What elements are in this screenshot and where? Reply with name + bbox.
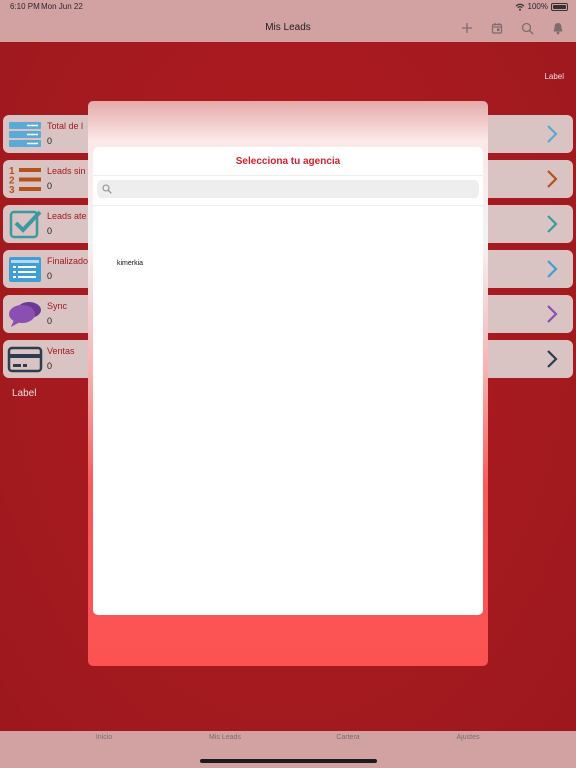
bottom-label: Label [12, 388, 37, 399]
wifi-icon [515, 3, 524, 11]
status-date: Mon Jun 22 [41, 2, 83, 11]
form-icon [9, 257, 41, 282]
chat-bubbles-icon [9, 302, 41, 327]
battery-icon [551, 2, 568, 11]
row-title: Leads sin [47, 166, 86, 176]
chevron-right-icon [547, 305, 558, 323]
row-count: 0 [47, 181, 53, 191]
checkbox-icon [9, 210, 42, 239]
status-indicators: 100% [515, 2, 568, 11]
status-time: 6:10 PM [10, 2, 40, 11]
tab-cartera[interactable]: Cartera [308, 734, 388, 741]
row-count: 0 [47, 316, 53, 326]
navigation-bar: Mis Leads [0, 14, 576, 42]
agency-picker-sheet: Selecciona tu agencia kimerkia [93, 147, 483, 615]
agency-search-input[interactable] [117, 181, 473, 197]
chevron-right-icon [547, 125, 558, 143]
tab-mis-leads[interactable]: Mis Leads [185, 734, 265, 741]
row-count: 0 [47, 136, 53, 146]
row-title: Total de l [47, 121, 84, 131]
row-count: 0 [47, 361, 53, 371]
bell-icon[interactable] [549, 19, 567, 37]
row-title: Ventas [47, 346, 75, 356]
row-title: Finalizado [47, 256, 89, 266]
search-icon[interactable] [518, 19, 536, 37]
numbered-list-icon: 1 2 3 [9, 166, 41, 194]
top-label: Label [544, 72, 564, 81]
credit-card-icon [7, 346, 43, 373]
search-icon [102, 184, 112, 194]
modal-title: Selecciona tu agencia [235, 156, 341, 167]
tab-ajustes[interactable]: Ajustes [428, 734, 508, 741]
svg-text:3: 3 [9, 185, 15, 194]
status-bar: 6:10 PM Mon Jun 22 100% [0, 0, 576, 14]
row-count: 0 [47, 271, 53, 281]
chevron-right-icon [547, 215, 558, 233]
row-title: Leads ate [47, 211, 87, 221]
list-icon [9, 122, 41, 147]
chevron-right-icon [547, 350, 558, 368]
divider [93, 175, 483, 176]
plus-icon[interactable] [458, 19, 476, 37]
search-bar[interactable] [97, 180, 479, 198]
home-indicator[interactable] [200, 759, 377, 763]
chevron-right-icon [547, 260, 558, 278]
calendar-icon[interactable] [488, 19, 506, 37]
chevron-right-icon [547, 170, 558, 188]
battery-percentage: 100% [527, 2, 548, 11]
row-title: Sync [47, 301, 68, 311]
agency-option-kimerkia[interactable]: kimerkia [117, 260, 143, 267]
tab-inicio[interactable]: Inicio [64, 734, 144, 741]
row-count: 0 [47, 226, 53, 236]
divider [93, 205, 483, 206]
